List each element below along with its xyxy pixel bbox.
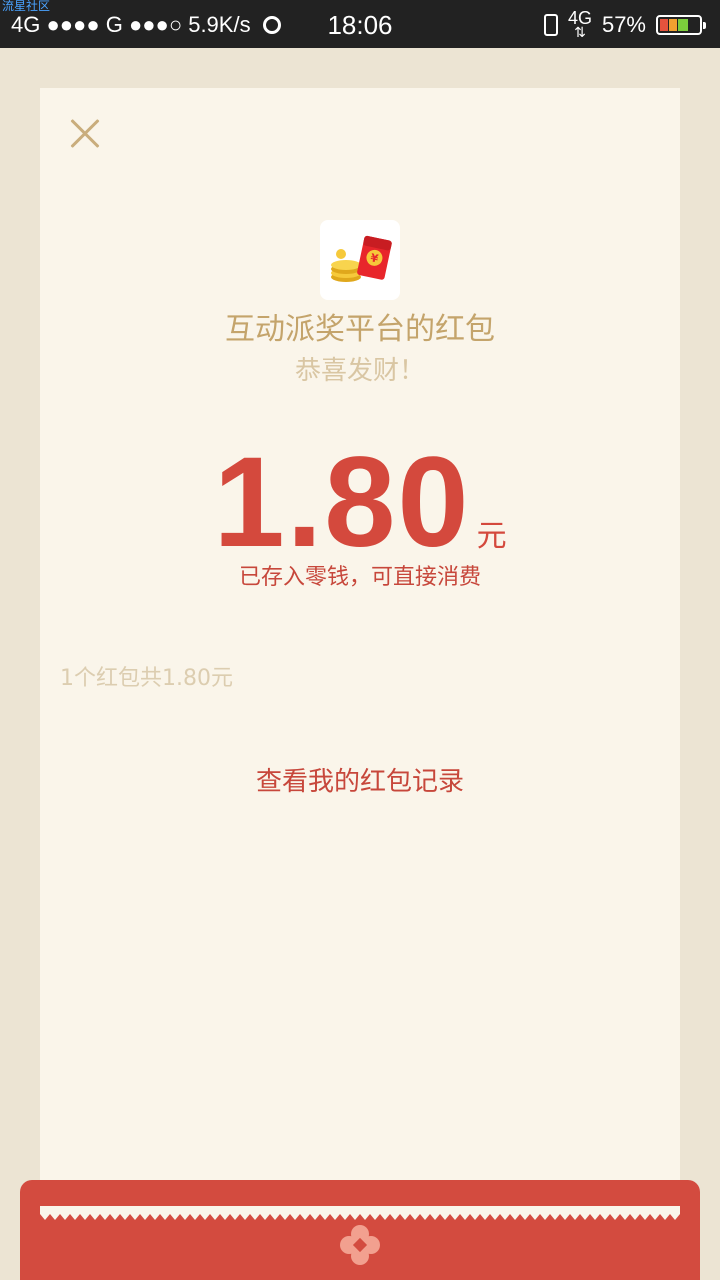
red-packet-icon: ¥ <box>331 235 392 282</box>
deposit-note: 已存入零钱，可直接消费 <box>238 565 481 590</box>
vibrate-icon <box>543 14 558 36</box>
zigzag-edge <box>40 1206 680 1220</box>
sender-avatar: ¥ <box>320 220 400 300</box>
amount-row: 1.80 元 <box>40 438 680 568</box>
battery-percent: 57% <box>601 12 646 37</box>
close-icon[interactable] <box>64 114 104 154</box>
battery-icon <box>656 15 706 35</box>
greeting-text: 恭喜发财！ <box>294 356 425 386</box>
sender-name: 互动派奖平台的红包 <box>225 312 495 347</box>
amount-value: 1.80 <box>213 431 471 574</box>
red-packet-detail-card: ¥ 互动派奖平台的红包 恭喜发财！ 1.80 元 已存入零钱，可直接消费 1个红包… <box>40 88 680 1218</box>
network-label: 4G <box>567 8 592 28</box>
status-bar: 流星社区 4G ●●●● G ●●●○ 5.9K/s 18:06 4G ⇅ 57… <box>0 0 720 48</box>
network-indicator: 4G ⇅ <box>567 8 592 40</box>
view-records-link[interactable]: 查看我的红包记录 <box>40 764 680 800</box>
amount-unit: 元 <box>476 519 507 554</box>
status-right: 4G ⇅ 57% <box>543 8 706 40</box>
packet-summary: 1个红包共1.80元 <box>60 666 233 691</box>
flower-icon <box>340 1225 380 1265</box>
